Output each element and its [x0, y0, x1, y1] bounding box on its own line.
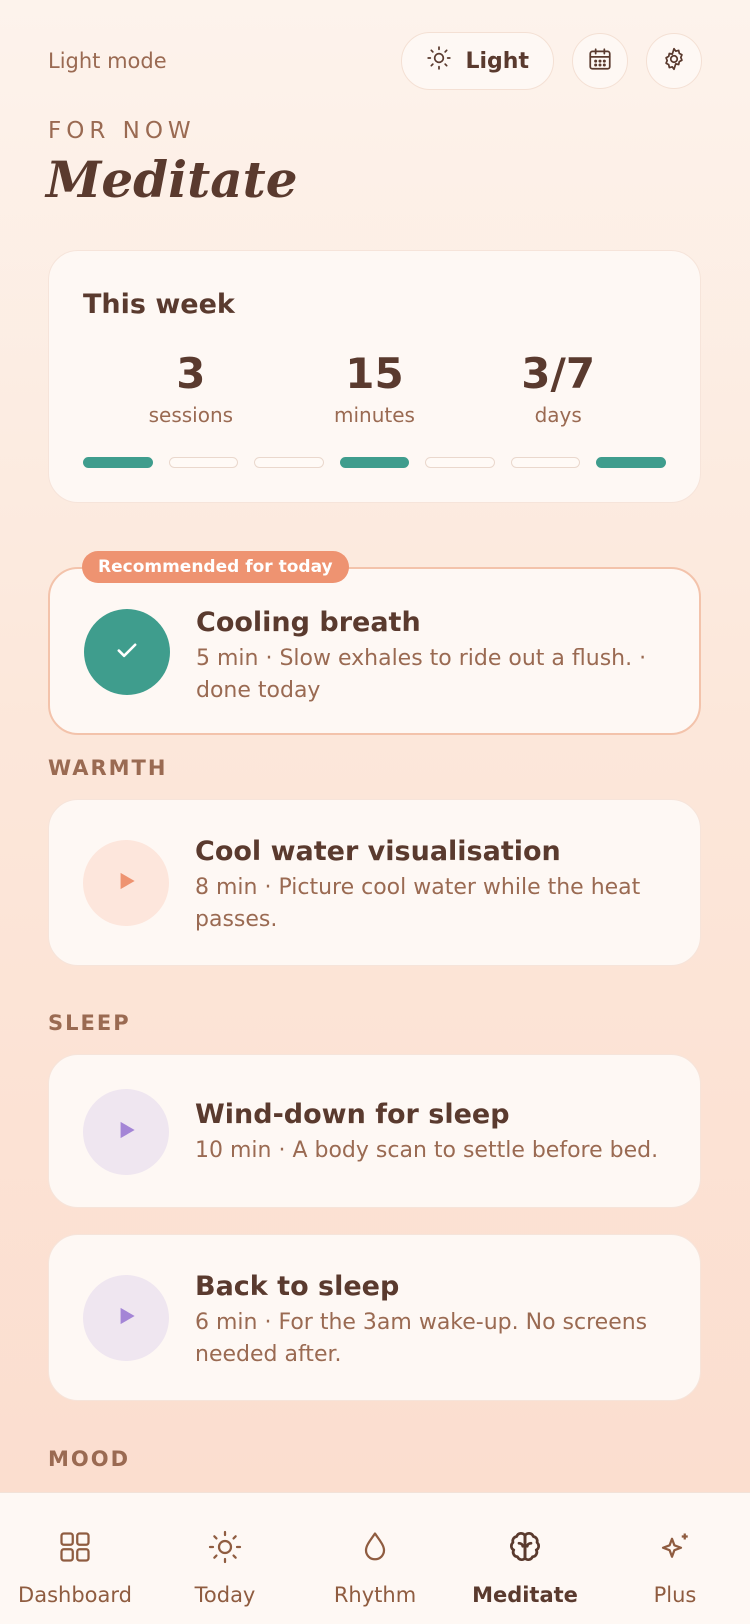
- stat-value: 3: [176, 349, 206, 398]
- sun-icon: [426, 45, 452, 77]
- gear-icon: [661, 46, 687, 76]
- brain-icon: [507, 1529, 543, 1569]
- droplet-icon: [357, 1529, 393, 1569]
- day-bar-complete: [596, 457, 667, 468]
- sun-icon: [207, 1529, 243, 1569]
- play-button[interactable]: [83, 1089, 169, 1175]
- session-card-back-to-sleep[interactable]: Back to sleep 6 min · For the 3am wake-u…: [48, 1234, 701, 1401]
- stat-value: 15: [345, 349, 404, 398]
- tab-label: Rhythm: [333, 1583, 417, 1607]
- stat-value: 3/7: [521, 349, 596, 398]
- grid-icon: [57, 1529, 93, 1569]
- stat-label: days: [534, 403, 582, 428]
- sparkle-icon: [657, 1529, 693, 1569]
- bottom-tab-bar: Dashboard Today Rhythm Meditate Plus: [0, 1492, 750, 1624]
- theme-toggle-label: Light: [465, 48, 530, 74]
- day-bar-empty: [168, 457, 239, 468]
- session-title: Wind-down for sleep: [195, 1099, 510, 1130]
- play-button[interactable]: [83, 1275, 169, 1361]
- day-bar-complete: [83, 457, 153, 468]
- top-actions: Light: [400, 32, 702, 90]
- tab-dashboard[interactable]: Dashboard: [0, 1493, 150, 1624]
- play-icon: [113, 1303, 139, 1333]
- stat-minutes: 15 minutes: [283, 349, 467, 428]
- tab-label: Meditate: [472, 1583, 578, 1607]
- day-bar-complete: [339, 457, 410, 468]
- tab-today[interactable]: Today: [150, 1493, 300, 1624]
- session-title: Cool water visualisation: [195, 836, 561, 867]
- day-bar-empty: [510, 457, 581, 468]
- weekly-summary-title: This week: [83, 289, 235, 320]
- settings-button[interactable]: [646, 33, 702, 89]
- calendar-icon: [587, 46, 613, 76]
- theme-toggle-button[interactable]: Light: [400, 32, 554, 90]
- session-subtitle: 8 min · Picture cool water while the hea…: [195, 875, 641, 932]
- session-card-wind-down[interactable]: Wind-down for sleep 10 min · A body scan…: [48, 1054, 701, 1208]
- stat-sessions: 3 sessions: [99, 349, 283, 428]
- session-title: Cooling breath: [196, 607, 421, 638]
- session-subtitle: 5 min · Slow exhales to ride out a flush…: [196, 646, 647, 703]
- section-label-warmth: WARMTH: [48, 756, 168, 780]
- play-icon: [113, 868, 139, 898]
- play-button[interactable]: [83, 840, 169, 926]
- session-subtitle: 10 min · A body scan to settle before be…: [195, 1138, 659, 1163]
- section-label-mood: MOOD: [48, 1447, 131, 1471]
- stat-label: minutes: [334, 403, 415, 428]
- mode-label: Light mode: [48, 49, 167, 73]
- session-subtitle: 6 min · For the 3am wake-up. No screens …: [195, 1310, 648, 1367]
- recommended-badge: Recommended for today: [82, 551, 349, 583]
- tab-meditate[interactable]: Meditate: [450, 1493, 600, 1624]
- day-bar-empty: [425, 457, 495, 468]
- day-bar-empty: [254, 457, 324, 468]
- tab-label: Plus: [653, 1583, 697, 1607]
- calendar-button[interactable]: [572, 33, 628, 89]
- tab-label: Today: [194, 1583, 256, 1607]
- play-icon: [113, 1117, 139, 1147]
- top-bar: Light mode Light: [48, 32, 702, 90]
- weekly-summary-card: This week 3 sessions 15 minutes 3/7 days: [48, 250, 701, 503]
- session-title: Back to sleep: [195, 1271, 400, 1302]
- weekly-stats: 3 sessions 15 minutes 3/7 days: [49, 349, 700, 428]
- tab-plus[interactable]: Plus: [600, 1493, 750, 1624]
- session-card-cool-water[interactable]: Cool water visualisation 8 min · Picture…: [48, 799, 701, 966]
- completed-indicator: [84, 609, 170, 695]
- session-card-cooling-breath[interactable]: Cooling breath 5 min · Slow exhales to r…: [48, 567, 701, 735]
- stat-label: sessions: [148, 403, 234, 428]
- tab-label: Dashboard: [18, 1583, 132, 1607]
- check-icon: [113, 636, 141, 668]
- tab-rhythm[interactable]: Rhythm: [300, 1493, 450, 1624]
- section-label-sleep: SLEEP: [48, 1011, 131, 1035]
- stat-days: 3/7 days: [466, 349, 650, 428]
- page-eyebrow: FOR NOW: [48, 118, 196, 144]
- page-title: Meditate: [46, 150, 298, 209]
- day-progress-bars: [83, 457, 667, 468]
